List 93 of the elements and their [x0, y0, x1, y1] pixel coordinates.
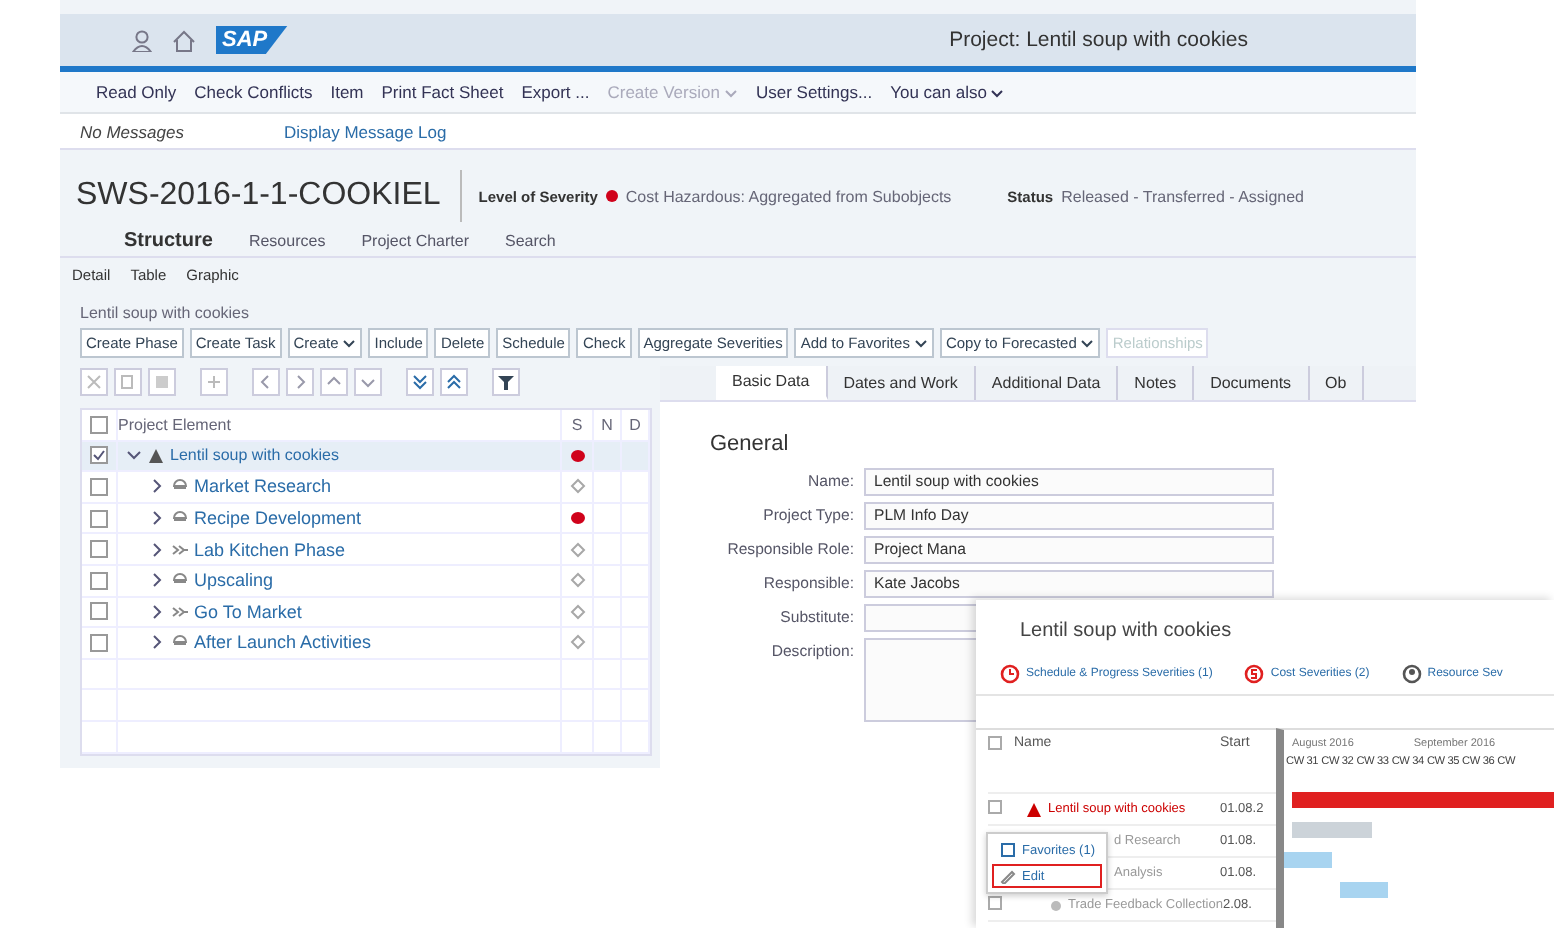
task-bar — [1284, 852, 1332, 868]
phase-icon — [172, 634, 188, 651]
row-checkbox[interactable] — [90, 477, 108, 496]
home-icon[interactable] — [172, 29, 196, 51]
status-icon — [1050, 899, 1062, 911]
phase-icon — [172, 510, 188, 527]
expand-icon[interactable] — [150, 541, 166, 558]
row-checkbox[interactable] — [90, 509, 108, 528]
caret-icon — [990, 87, 1005, 97]
select-all-checkbox[interactable] — [988, 736, 1002, 750]
sap-logo: SAP — [216, 26, 288, 54]
tree-node-label[interactable]: Recipe Development — [194, 508, 362, 529]
severity-text: Cost Hazardous: Aggregated from Subobjects — [625, 187, 952, 205]
person-icon — [1401, 664, 1422, 684]
tree-node-label[interactable]: Lentil soup with cookies — [170, 446, 339, 465]
expand-icon[interactable] — [150, 510, 166, 527]
row-checkbox[interactable] — [988, 896, 1002, 910]
up-icon[interactable] — [320, 368, 348, 396]
milestone-icon — [172, 603, 188, 620]
phase-icon — [172, 478, 188, 495]
collapse-all-icon[interactable] — [440, 368, 468, 396]
task-bar — [1340, 882, 1388, 898]
menu-item[interactable]: Print Fact Sheet — [381, 82, 504, 102]
project-icon — [148, 447, 164, 464]
left-icon[interactable] — [252, 368, 280, 396]
window-icon — [1000, 842, 1016, 858]
breadcrumb: Lentil soup with cookies — [78, 302, 251, 326]
copy-icon[interactable] — [114, 368, 142, 396]
severity-dot — [605, 190, 618, 202]
collapse-icon[interactable] — [126, 447, 142, 464]
detail-tab[interactable]: Notes — [1118, 366, 1195, 400]
column-header: D — [622, 410, 650, 440]
caret-icon — [723, 87, 738, 97]
window-title: Project: Lentil soup with cookies — [949, 28, 1248, 52]
phase-bar — [1292, 822, 1372, 838]
view-tab[interactable]: Project Charter — [361, 232, 469, 250]
view-tab[interactable]: Resources — [248, 232, 326, 250]
tree-node-label[interactable]: After Launch Activities — [194, 632, 372, 653]
detail-tab[interactable]: Additional Data — [975, 366, 1119, 400]
caret-icon — [1080, 338, 1095, 348]
row-checkbox[interactable] — [90, 571, 108, 590]
menu-item[interactable]: Export ... — [521, 82, 590, 102]
tree-node-label[interactable]: Go To Market — [194, 601, 302, 622]
tree-node-label[interactable]: Upscaling — [194, 570, 274, 591]
select-all-checkbox[interactable] — [90, 415, 108, 434]
row-checkbox[interactable] — [90, 633, 108, 652]
detail-tab[interactable]: Ob — [1309, 366, 1365, 400]
menu-item[interactable]: Check Conflicts — [194, 82, 313, 102]
view-tab[interactable]: Search — [505, 232, 556, 250]
expand-icon[interactable] — [150, 572, 166, 589]
menu-item[interactable]: You can also — [890, 82, 1005, 102]
section-title: General — [710, 432, 791, 456]
expand-icon[interactable] — [150, 603, 166, 620]
expand-icon[interactable] — [150, 478, 166, 495]
menu-item: Create Version — [607, 82, 738, 102]
warning-icon — [1026, 801, 1042, 817]
message-log-link[interactable]: Display Message Log — [283, 121, 447, 141]
row-checkbox[interactable] — [988, 800, 1002, 814]
detail-tab[interactable]: Dates and Work — [827, 366, 976, 400]
column-header: S — [562, 410, 594, 440]
paste-icon[interactable] — [148, 368, 176, 396]
row-checkbox[interactable] — [90, 540, 108, 559]
status-text: Released - Transferred - Assigned — [1061, 187, 1304, 205]
expand-icon[interactable] — [150, 634, 166, 651]
caret-icon — [913, 338, 928, 348]
milestone-icon — [172, 541, 188, 558]
down-icon[interactable] — [354, 368, 382, 396]
detail-tab[interactable]: Documents — [1194, 366, 1310, 400]
view-tab[interactable]: Structure — [124, 230, 213, 252]
tree-node-label[interactable]: Lab Kitchen Phase — [194, 539, 346, 560]
dollar-icon — [1244, 664, 1265, 684]
overlay-title: Lentil soup with cookies — [1020, 620, 1232, 642]
column-header: Project Element — [118, 410, 562, 440]
menu-item[interactable]: User Settings... — [755, 82, 873, 102]
cut-icon[interactable] — [80, 368, 108, 396]
phase-icon — [172, 572, 188, 589]
expand-all-icon[interactable] — [406, 368, 434, 396]
indent-icon[interactable] — [200, 368, 228, 396]
filter-icon[interactable] — [492, 368, 520, 396]
detail-tab[interactable]: Basic Data — [716, 366, 828, 400]
row-checkbox[interactable] — [90, 446, 108, 465]
menu-item[interactable]: Item — [330, 82, 364, 102]
tree-node-label[interactable]: Market Research — [194, 476, 332, 497]
caret-icon — [342, 338, 357, 348]
right-icon[interactable] — [286, 368, 314, 396]
column-header: N — [594, 410, 622, 440]
clock-icon — [1000, 664, 1020, 684]
user-icon[interactable] — [132, 29, 152, 51]
pencil-icon — [1000, 868, 1016, 884]
row-checkbox[interactable] — [90, 602, 108, 621]
menu-item[interactable]: Read Only — [96, 82, 177, 102]
object-id: SWS-2016-1-1-COOKIEL — [76, 170, 463, 222]
message-status: No Messages — [80, 121, 184, 141]
